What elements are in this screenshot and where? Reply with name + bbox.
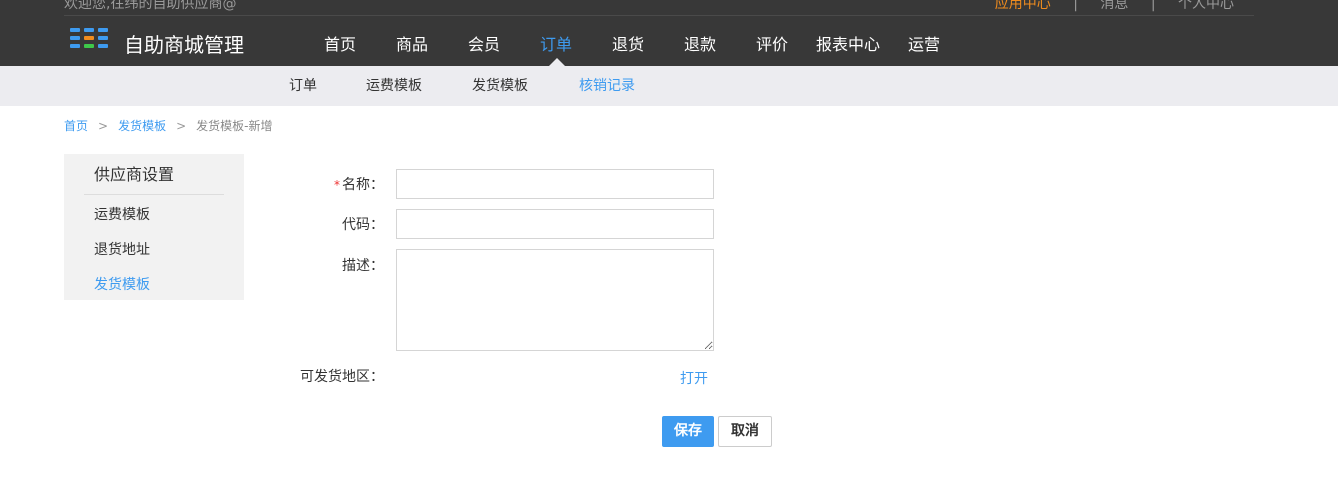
app-center-link[interactable]: 应用中心 <box>995 0 1051 13</box>
logo-bar <box>84 28 94 32</box>
open-region-link[interactable]: 打开 <box>680 370 708 388</box>
subnav-shipping-fee-template[interactable]: 运费模板 <box>366 77 422 95</box>
breadcrumb: 首页 > 发货模板 > 发货模板-新增 <box>64 118 273 134</box>
cancel-button[interactable]: 取消 <box>718 416 772 447</box>
breadcrumb-separator: > <box>98 119 109 133</box>
brand-title: 自助商城管理 <box>124 33 244 57</box>
logo-bar <box>70 36 80 40</box>
sub-nav: 订单 运费模板 发货模板 核销记录 <box>0 66 1338 106</box>
nav-products[interactable]: 商品 <box>376 32 448 60</box>
welcome-text: 欢迎您,往纬的自助供应商@ <box>64 0 237 12</box>
breadcrumb-home[interactable]: 首页 <box>64 119 88 133</box>
name-input[interactable] <box>396 169 714 199</box>
logo-bar <box>84 36 94 40</box>
description-textarea[interactable] <box>396 249 714 351</box>
top-link-separator: | <box>1150 0 1156 12</box>
subnav-verification-records[interactable]: 核销记录 <box>579 77 635 95</box>
code-input[interactable] <box>396 209 714 239</box>
main-nav: 首页 商品 会员 订单 退货 退款 评价 报表中心 运营 <box>304 32 960 60</box>
nav-returns[interactable]: 退货 <box>592 32 664 60</box>
logo-bar <box>98 44 108 48</box>
nav-orders[interactable]: 订单 <box>520 32 592 60</box>
nav-home[interactable]: 首页 <box>304 32 376 60</box>
logo-bar <box>98 28 108 32</box>
logo-bar <box>98 36 108 40</box>
sidebar-divider <box>84 194 224 195</box>
nav-members[interactable]: 会员 <box>448 32 520 60</box>
nav-reviews[interactable]: 评价 <box>736 32 808 60</box>
nav-reports[interactable]: 报表中心 <box>808 32 888 60</box>
top-links: 应用中心 | 消息 | 个人中心 <box>995 0 1234 13</box>
name-label: * 名称： <box>264 176 384 194</box>
sidebar: 供应商设置 运费模板 退货地址 发货模板 <box>64 154 244 300</box>
logo-icon <box>70 28 110 52</box>
nav-operations[interactable]: 运营 <box>888 32 960 60</box>
logo-bar <box>84 44 94 48</box>
breadcrumb-separator: > <box>176 119 187 133</box>
breadcrumb-delivery-template[interactable]: 发货模板 <box>118 119 166 133</box>
top-header: 欢迎您,往纬的自助供应商@ 应用中心 | 消息 | 个人中心 自助商城管理 首页… <box>0 0 1338 66</box>
name-label-text: 名称： <box>342 177 384 193</box>
logo-bar <box>70 44 80 48</box>
messages-link[interactable]: 消息 <box>1100 0 1128 13</box>
personal-center-link[interactable]: 个人中心 <box>1178 0 1234 13</box>
header-divider <box>64 15 1254 16</box>
sidebar-title: 供应商设置 <box>94 165 175 184</box>
description-label: 描述： <box>342 258 384 274</box>
required-mark: * <box>334 178 340 192</box>
sidebar-item-delivery-template[interactable]: 发货模板 <box>94 276 150 294</box>
nav-refunds[interactable]: 退款 <box>664 32 736 60</box>
sidebar-item-shipping-fee-template[interactable]: 运费模板 <box>94 206 150 224</box>
logo-bar <box>70 28 80 32</box>
active-nav-caret-icon <box>549 58 565 66</box>
subnav-orders[interactable]: 订单 <box>289 77 317 95</box>
save-button[interactable]: 保存 <box>662 416 714 447</box>
sidebar-item-return-address[interactable]: 退货地址 <box>94 241 150 259</box>
top-link-separator: | <box>1073 0 1078 12</box>
code-label: 代码： <box>342 217 384 233</box>
subnav-delivery-template[interactable]: 发货模板 <box>472 77 528 95</box>
breadcrumb-current: 发货模板-新增 <box>196 119 273 133</box>
region-label: 可发货地区： <box>300 369 384 385</box>
